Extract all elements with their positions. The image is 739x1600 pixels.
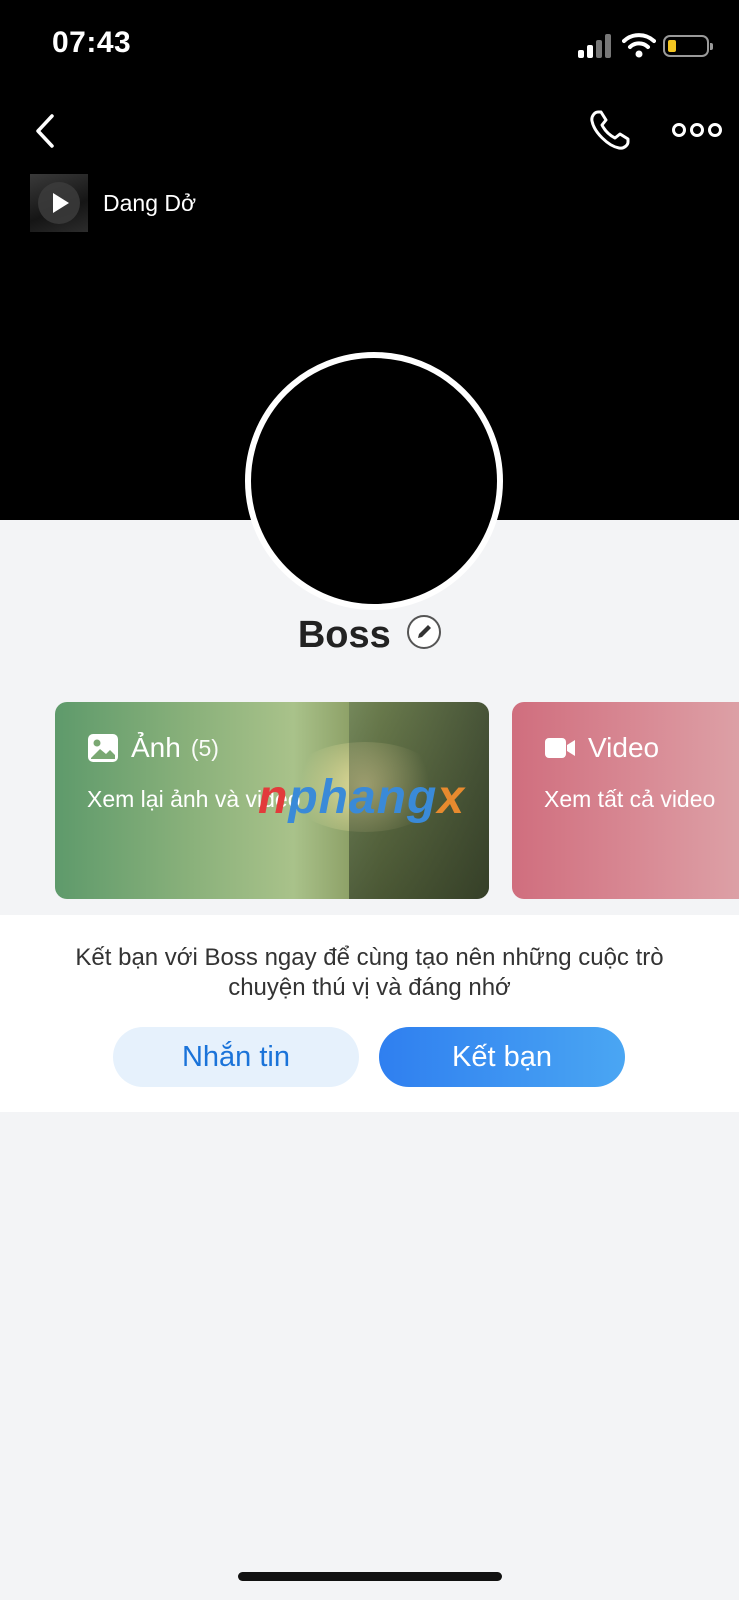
videos-card-subtitle: Xem tất cả video [544,786,716,812]
play-icon[interactable] [38,182,80,224]
friend-request-panel: Kết bạn với Boss ngay để cùng tạo nên nh… [0,915,739,1112]
add-friend-button[interactable]: Kết bạn [379,1027,625,1087]
video-camera-icon [545,738,575,758]
music-title[interactable]: Dang Dở [103,190,196,217]
profile-screen: 07:43 Dang Dở Boss Ảnh (5) Xem lại ảnh v… [0,0,739,1600]
videos-card[interactable]: Video Xem tất cả video [512,702,739,899]
phone-call-icon[interactable] [588,108,632,152]
message-button[interactable]: Nhắn tin [113,1027,359,1087]
profile-name-row: Boss [0,614,739,664]
cellular-signal-icon [578,34,614,58]
videos-card-title: Video [588,732,660,763]
watermark-logo: nphangx [258,771,466,824]
music-cover-thumbnail[interactable] [30,174,88,232]
battery-icon [663,35,713,57]
edit-pencil-icon[interactable] [407,614,442,649]
avatar[interactable] [245,352,503,610]
image-icon [88,734,118,762]
status-time: 07:43 [52,26,132,59]
wifi-icon [622,33,656,58]
photos-card-title: Ảnh [131,732,181,763]
friend-invite-message: Kết bạn với Boss ngay để cùng tạo nên nh… [75,944,664,1001]
back-arrow-icon[interactable] [28,108,64,154]
home-indicator[interactable] [238,1572,502,1581]
more-options-icon[interactable] [672,120,722,140]
profile-name: Boss [297,614,391,656]
photos-count: (5) [190,734,219,761]
